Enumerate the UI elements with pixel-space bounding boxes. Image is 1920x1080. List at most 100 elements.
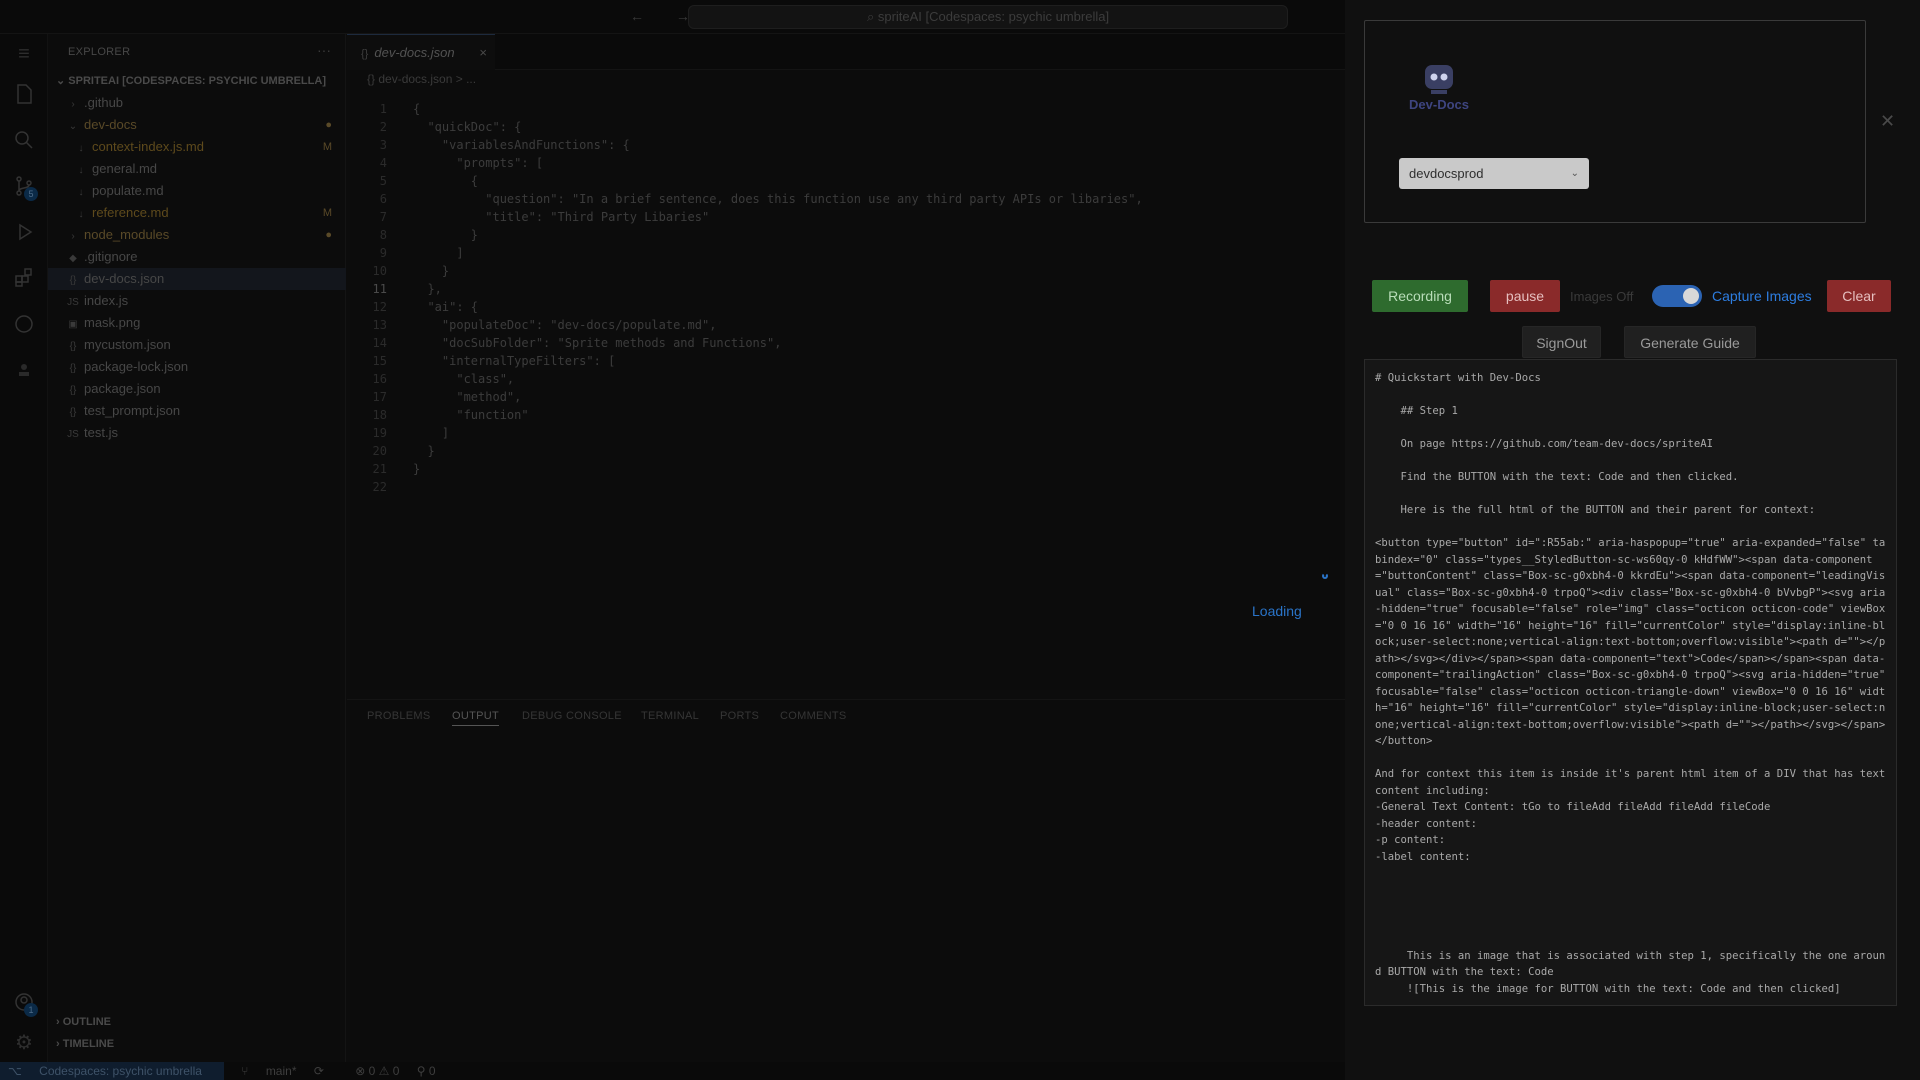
tree-item-general[interactable]: ↓ general.md (48, 158, 346, 180)
code-line[interactable]: 22 (347, 478, 1345, 496)
code-line[interactable]: 16 "class", (347, 370, 1345, 388)
code-text: { (413, 102, 421, 116)
code-line[interactable]: 3 "variablesAndFunctions": { (347, 136, 1345, 154)
settings-gear-icon[interactable]: ⚙ (0, 1024, 48, 1060)
environment-select[interactable]: devdocsprod ⌄ (1399, 158, 1589, 189)
markdown-icon: ↓ (78, 143, 84, 154)
editor-tabs: {} dev-docs.json × (347, 34, 1345, 70)
close-icon[interactable]: ✕ (1880, 111, 1895, 132)
tree-item-gitignore[interactable]: ◆ .gitignore (48, 246, 346, 268)
remote-label: Codespaces: psychic umbrella (39, 1064, 202, 1078)
tree-label: test.js (84, 425, 118, 440)
tree-item-test-js[interactable]: JS test.js (48, 422, 346, 444)
command-center[interactable]: ⌕ spriteAI [Codespaces: psychic umbrella… (688, 5, 1288, 29)
tree-label: .gitignore (84, 249, 138, 264)
code-line[interactable]: 7 "title": "Third Party Libaries" (347, 208, 1345, 226)
ports-indicator[interactable]: ⚲ 0 (417, 1064, 436, 1078)
extensions-icon[interactable] (0, 260, 48, 296)
js-icon: JS (67, 297, 79, 308)
tab-comments[interactable]: COMMENTS (780, 710, 847, 722)
generate-guide-button[interactable]: Generate Guide (1624, 326, 1756, 358)
code-line[interactable]: 17 "method", (347, 388, 1345, 406)
capture-images-toggle[interactable] (1652, 285, 1702, 307)
code-text: "populateDoc": "dev-docs/populate.md", (413, 318, 717, 332)
code-line[interactable]: 15 "internalTypeFilters": [ (347, 352, 1345, 370)
clear-button[interactable]: Clear (1827, 280, 1891, 312)
code-line[interactable]: 5 { (347, 172, 1345, 190)
tree-item-package-lock-json[interactable]: {} package-lock.json (48, 356, 346, 378)
code-line[interactable]: 20 } (347, 442, 1345, 460)
modified-dot: ● (325, 229, 332, 241)
code-line[interactable]: 14 "docSubFolder": "Sprite methods and F… (347, 334, 1345, 352)
code-line[interactable]: 10 } (347, 262, 1345, 280)
tree-label: index.js (84, 293, 129, 308)
tree-label: dev-docs.json (84, 271, 165, 286)
source-control-badge: 5 (24, 187, 38, 201)
markdown-icon: ↓ (78, 165, 84, 176)
close-icon[interactable]: × (479, 35, 487, 71)
code-line[interactable]: 13 "populateDoc": "dev-docs/populate.md"… (347, 316, 1345, 334)
branch-indicator[interactable]: ⑂ main* ⟳ (241, 1064, 338, 1078)
code-line[interactable]: 18 "function" (347, 406, 1345, 424)
code-line[interactable]: 12 "ai": { (347, 298, 1345, 316)
tree-item-package-json[interactable]: {} package.json (48, 378, 346, 400)
dev-docs-logo: Dev-Docs (1409, 65, 1469, 112)
line-number: 22 (372, 480, 387, 494)
pause-button[interactable]: pause (1490, 280, 1560, 312)
tree-item-github[interactable]: › .github (48, 92, 346, 114)
remote-indicator[interactable]: ⌥ Codespaces: psychic umbrella (0, 1062, 224, 1080)
dev-docs-icon[interactable] (0, 352, 48, 388)
search-icon[interactable] (0, 122, 48, 158)
tree-item-dev-docs[interactable]: ⌄ dev-docs ● (48, 114, 346, 136)
tab-output[interactable]: OUTPUT (452, 710, 500, 726)
tab-terminal[interactable]: TERMINAL (641, 710, 699, 722)
breadcrumb[interactable]: {} dev-docs.json > ... (367, 72, 476, 86)
code-line[interactable]: 8 } (347, 226, 1345, 244)
tree-item-dev-docs-json[interactable]: {} dev-docs.json (48, 268, 346, 290)
tree-item-node-modules[interactable]: › node_modules ● (48, 224, 346, 246)
workspace-root[interactable]: ⌄ SPRITEAI [CODESPACES: PSYCHIC UMBRELLA… (56, 74, 326, 87)
code-text: "ai": { (413, 300, 479, 314)
tree-item-context-index[interactable]: ↓ context-index.js.md M (48, 136, 346, 158)
run-debug-icon[interactable] (0, 214, 48, 250)
source-control-icon[interactable]: 5 (0, 168, 48, 204)
timeline-label: TIMELINE (62, 1038, 115, 1050)
code-text: { (413, 174, 479, 188)
code-line[interactable]: 21} (347, 460, 1345, 478)
outline-section[interactable]: › OUTLINE (56, 1016, 111, 1028)
tree-item-populate[interactable]: ↓ populate.md (48, 180, 346, 202)
signout-button[interactable]: SignOut (1522, 326, 1601, 358)
guide-textarea[interactable]: # Quickstart with Dev-Docs ## Step 1 On … (1364, 359, 1897, 1006)
timeline-section[interactable]: › TIMELINE (56, 1038, 114, 1050)
code-line[interactable]: 9 ] (347, 244, 1345, 262)
recording-button[interactable]: Recording (1372, 280, 1468, 312)
code-line[interactable]: 19 ] (347, 424, 1345, 442)
tree-item-mycustom-json[interactable]: {} mycustom.json (48, 334, 346, 356)
tab-problems[interactable]: PROBLEMS (367, 710, 431, 722)
more-actions-icon[interactable]: ··· (317, 42, 331, 58)
line-number: 20 (372, 444, 387, 458)
explorer-icon[interactable] (0, 76, 48, 112)
workspace-label: SPRITEAI [CODESPACES: PSYCHIC UMBRELLA] (68, 75, 326, 87)
screen: ← → ⌕ spriteAI [Codespaces: psychic umbr… (0, 0, 1920, 1080)
problems-indicator[interactable]: ⊗ 0 ⚠ 0 (355, 1064, 399, 1078)
account-icon[interactable]: 1 (0, 984, 48, 1020)
json-icon: {} (69, 275, 77, 286)
code-line[interactable]: 6 "question": "In a brief sentence, does… (347, 190, 1345, 208)
tree-item-test-prompt-json[interactable]: {} test_prompt.json (48, 400, 346, 422)
tab-dev-docs-json[interactable]: {} dev-docs.json × (347, 34, 495, 70)
line-number: 16 (372, 372, 387, 386)
tab-debug-console[interactable]: DEBUG CONSOLE (522, 710, 622, 722)
code-line[interactable]: 11 }, (347, 280, 1345, 298)
code-line[interactable]: 1{ (347, 100, 1345, 118)
tab-ports[interactable]: PORTS (720, 710, 759, 722)
tree-item-index-js[interactable]: JS index.js (48, 290, 346, 312)
line-number: 15 (372, 354, 387, 368)
gitignore-icon: ◆ (69, 253, 77, 264)
github-icon[interactable] (0, 306, 48, 342)
menu-icon[interactable]: ≡ (0, 36, 48, 72)
code-line[interactable]: 4 "prompts": [ (347, 154, 1345, 172)
code-line[interactable]: 2 "quickDoc": { (347, 118, 1345, 136)
tree-item-reference[interactable]: ↓ reference.md M (48, 202, 346, 224)
tree-item-mask-png[interactable]: ▣ mask.png (48, 312, 346, 334)
